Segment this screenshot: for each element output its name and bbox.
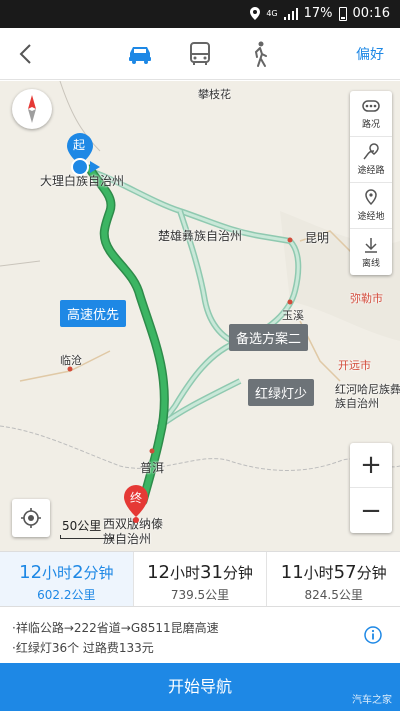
compass-icon (28, 95, 36, 123)
offline-button[interactable]: 离线 (350, 229, 392, 275)
start-marker-label: 起 (73, 138, 86, 152)
status-bar: 4G 17% 00:16 (0, 0, 400, 28)
compass-button[interactable] (12, 89, 52, 129)
battery-text: 17% (303, 6, 333, 21)
place-label: 开远市 (338, 359, 371, 372)
start-navigation-button[interactable]: 开始导航 汽车之家 (0, 663, 400, 711)
via-place-icon (365, 189, 377, 206)
zoom-in-button[interactable]: + (350, 443, 392, 488)
place-label: 普洱 (140, 461, 165, 475)
offline-label: 离线 (361, 258, 380, 269)
bus-mode-icon[interactable] (186, 40, 214, 68)
route-distance: 739.5公里 (170, 588, 230, 602)
route-option-1[interactable]: 12小时2分钟 602.2公里 (0, 552, 134, 606)
route-time: 12小时31分钟 (147, 562, 253, 583)
place-label: 昆明 (305, 231, 330, 245)
locate-button[interactable] (12, 499, 50, 537)
zoom-out-button[interactable]: − (350, 488, 392, 533)
map-scale-bar (60, 535, 114, 539)
car-mode-icon[interactable] (126, 40, 154, 68)
place-label: 弥勒市 (350, 292, 383, 305)
via-road-icon (363, 143, 379, 160)
via-road-button[interactable]: 途经路 (350, 137, 392, 183)
network-type: 4G (266, 8, 278, 18)
info-icon[interactable] (364, 626, 382, 644)
preference-button[interactable]: 偏好 (356, 44, 384, 64)
via-road-label: 途经路 (357, 166, 385, 176)
start-navigation-label: 开始导航 (167, 677, 232, 696)
route-tag-alt2[interactable]: 备选方案二 (229, 324, 309, 351)
route-distance: 602.2公里 (37, 588, 96, 602)
route-roads: ·祥临公路→222省道→G8511昆磨高速 (12, 621, 219, 635)
walk-mode-icon[interactable] (246, 40, 274, 68)
battery-icon (338, 6, 347, 21)
download-icon (365, 237, 377, 253)
location-pin-icon (250, 7, 261, 20)
map-tool-panel: 路况 途经路 途经地 离线 (350, 91, 392, 275)
clock: 00:16 (352, 6, 390, 21)
route-options: 12小时2分钟 602.2公里 12小时31分钟 739.5公里 11小时57分… (0, 551, 400, 607)
zoom-control: + − (350, 443, 392, 533)
top-nav-bar: 偏好 (0, 28, 400, 80)
map-scale-label: 50公里 (62, 519, 102, 533)
start-marker (67, 133, 100, 176)
route-tag-highway[interactable]: 高速优先 (60, 300, 127, 327)
place-label: 临沧 (60, 354, 82, 367)
route-lights-fee: ·红绿灯36个 过路费133元 (12, 641, 154, 655)
traffic-label: 路况 (361, 120, 380, 130)
back-arrow-icon[interactable] (14, 42, 38, 66)
route-tag-fewer-lights[interactable]: 红绿灯少 (248, 379, 315, 406)
place-label: 攀枝花 (198, 88, 231, 101)
locate-icon (21, 508, 41, 528)
end-marker-label: 终 (130, 491, 143, 505)
signal-icon (283, 7, 298, 20)
place-label: 楚雄彝族自治州 (158, 229, 243, 243)
route-time: 11小时57分钟 (280, 562, 387, 583)
traffic-button[interactable]: 路况 (350, 91, 392, 137)
route-distance: 824.5公里 (304, 588, 363, 602)
route-option-3[interactable]: 11小时57分钟 824.5公里 (267, 552, 400, 606)
traffic-icon (362, 100, 380, 112)
via-place-button[interactable]: 途经地 (350, 183, 392, 229)
via-place-label: 途经地 (357, 212, 385, 222)
route-time: 12小时2分钟 (19, 562, 114, 583)
route-map[interactable]: 攀枝花 大理白族自治州 楚雄彝族自治州 昆明 玉溪 弥勒市 临沧 开远市 红河哈… (0, 81, 400, 551)
route-option-2[interactable]: 12小时31分钟 739.5公里 (134, 552, 268, 606)
place-label: 红河哈尼族彝族自治州 (335, 383, 400, 410)
route-detail: ·祥临公路→222省道→G8511昆磨高速 ·红绿灯36个 过路费133元 (0, 608, 400, 663)
watermark: 汽车之家 (352, 695, 392, 706)
place-label: 玉溪 (282, 309, 304, 322)
